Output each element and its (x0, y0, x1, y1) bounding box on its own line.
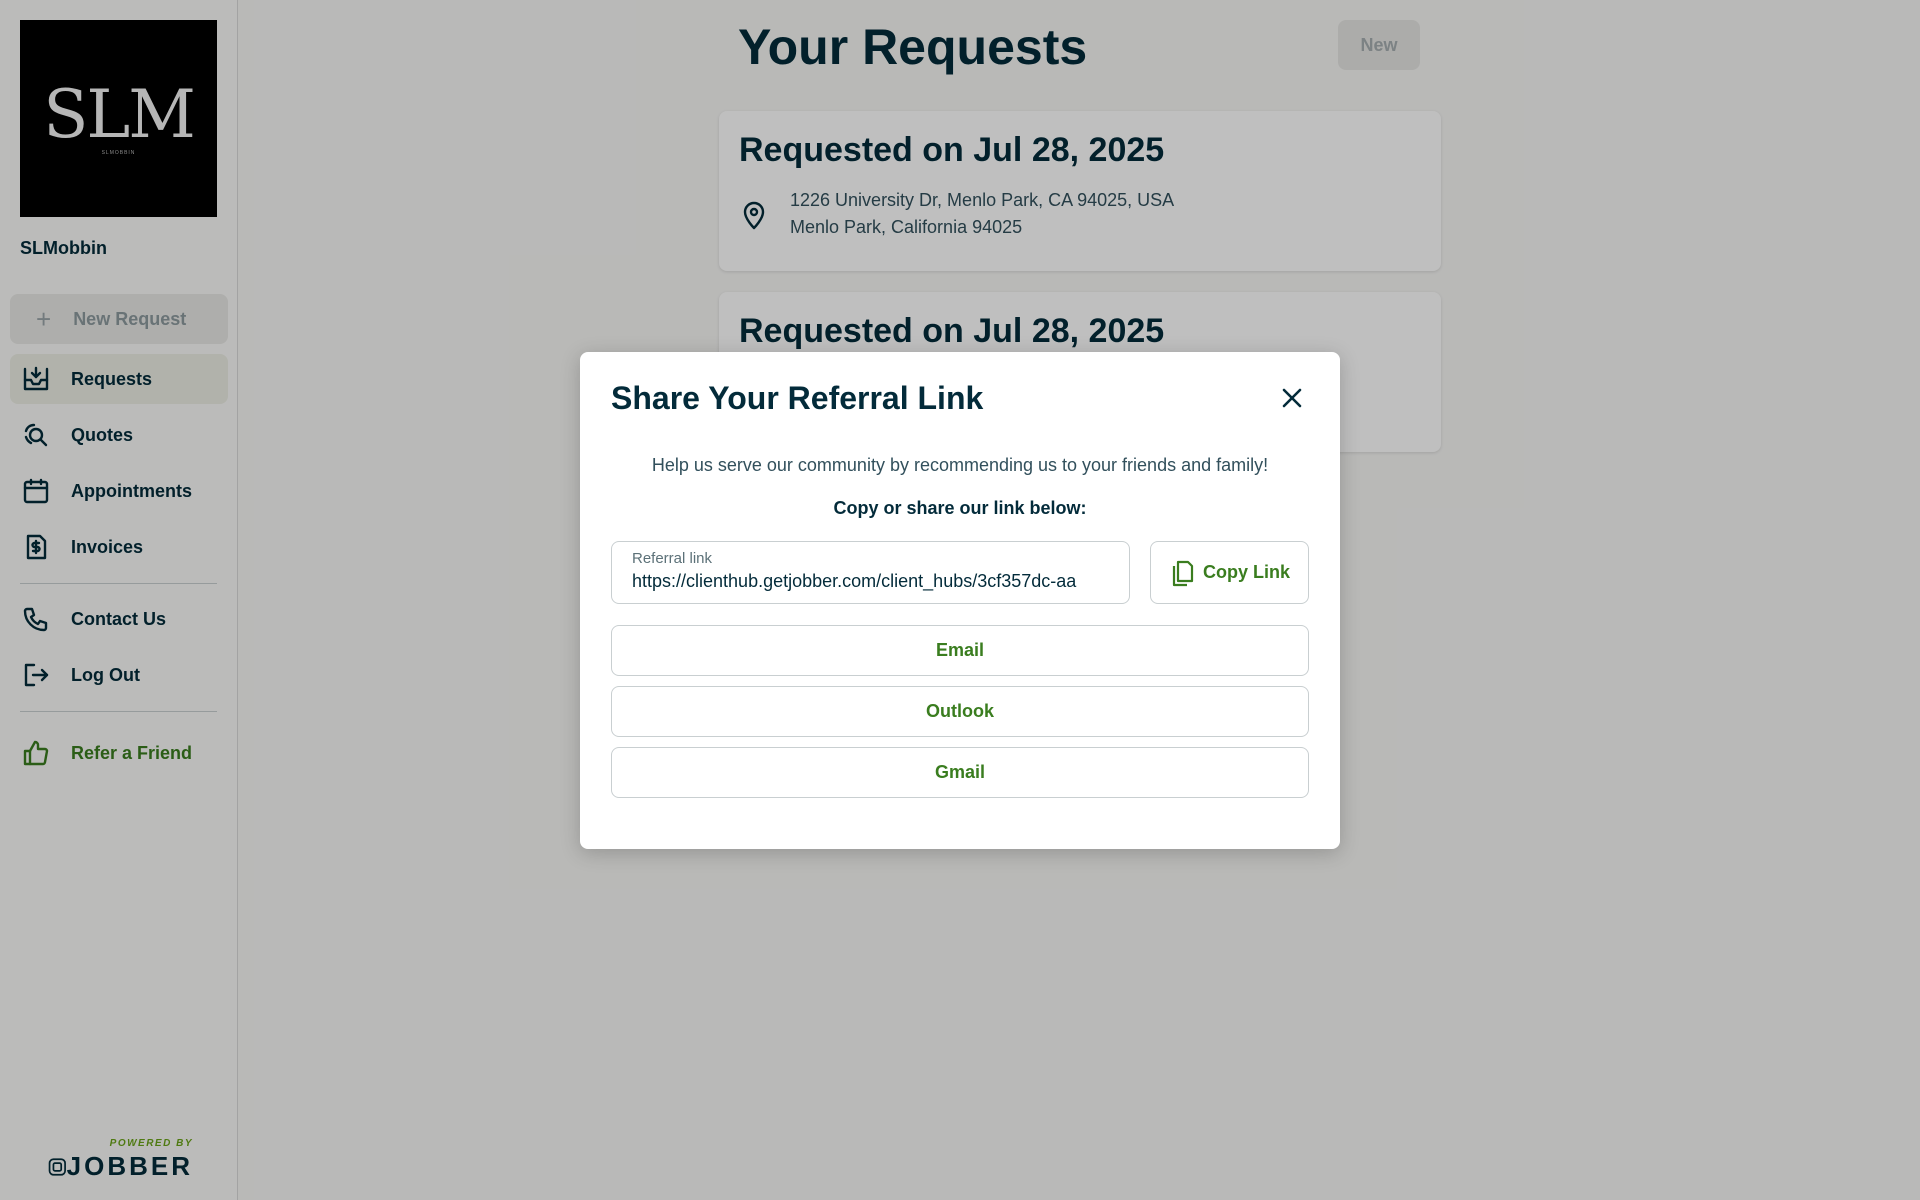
referral-link-value[interactable]: https://clienthub.getjobber.com/client_h… (632, 571, 1110, 592)
referral-modal: Share Your Referral Link Help us serve o… (580, 352, 1340, 849)
copy-instruction: Copy or share our link below: (833, 498, 1087, 518)
close-icon (1282, 388, 1302, 408)
referral-link-field[interactable]: Referral link https://clienthub.getjobbe… (611, 541, 1130, 604)
outlook-share-button[interactable]: Outlook (611, 686, 1309, 737)
close-button[interactable] (1277, 383, 1307, 413)
modal-title: Share Your Referral Link (611, 380, 984, 416)
copy-icon (1172, 560, 1194, 586)
copy-link-button[interactable]: Copy Link (1150, 541, 1309, 604)
referral-link-label: Referral link (632, 550, 713, 567)
help-text: Help us serve our community by recommend… (651, 455, 1269, 475)
email-share-button[interactable]: Email (611, 625, 1309, 676)
gmail-share-button[interactable]: Gmail (611, 747, 1309, 798)
copy-link-label: Copy Link (1202, 562, 1290, 582)
